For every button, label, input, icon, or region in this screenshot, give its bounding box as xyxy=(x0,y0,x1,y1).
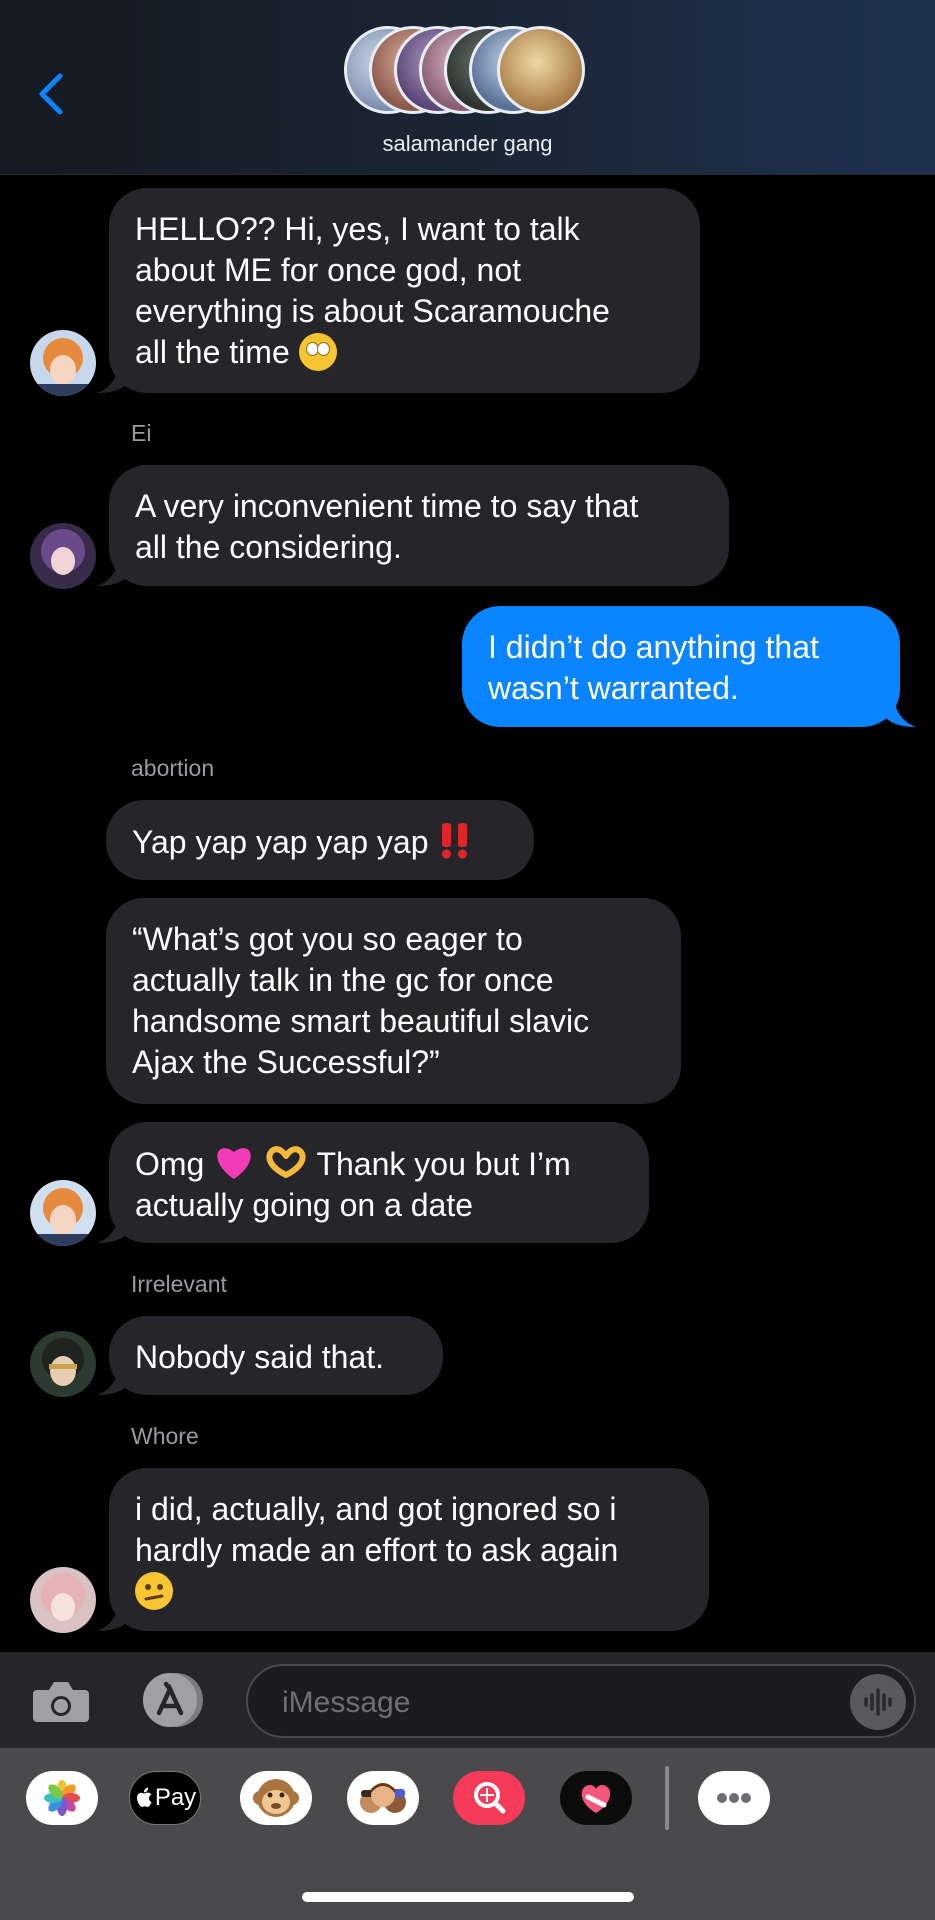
message-input[interactable] xyxy=(280,1682,824,1724)
more-icon xyxy=(717,1793,751,1803)
sender-name: Ei xyxy=(131,420,152,446)
sender-name: abortion xyxy=(131,755,215,781)
image-search-app-button[interactable] xyxy=(453,1771,525,1825)
sender-avatar[interactable] xyxy=(30,1180,96,1246)
imessage-app-drawer: Pay xyxy=(0,1748,935,1920)
message-bubble-incoming[interactable]: Omg Thank you but I’m actually going on … xyxy=(109,1122,649,1243)
apple-pay-button[interactable]: Pay xyxy=(129,1771,201,1825)
voice-message-button[interactable] xyxy=(850,1674,906,1730)
group-name[interactable]: salamander gang xyxy=(0,131,935,157)
back-chevron-icon[interactable] xyxy=(30,64,70,124)
compose-bar xyxy=(0,1652,935,1748)
image-search-icon xyxy=(474,1782,506,1814)
message-text-line: wasn’t warranted. xyxy=(488,670,739,706)
sender-avatar[interactable] xyxy=(30,523,96,589)
message-bubble-incoming[interactable]: Yap yap yap yap yap xyxy=(106,800,534,880)
message-text-line: HELLO?? Hi, yes, I want to talk xyxy=(135,211,580,247)
bubble-tail xyxy=(886,694,916,727)
message-text: Thank you but I’m xyxy=(316,1146,571,1182)
pink-heart-emoji-icon xyxy=(217,1148,251,1179)
message-bubble-incoming[interactable]: Nobody said that. xyxy=(109,1316,443,1395)
message-bubble-incoming[interactable]: i did, actually, and got ignored so i ha… xyxy=(109,1468,709,1631)
apple-logo-icon xyxy=(136,1787,152,1807)
message-text-line: I didn’t do anything that xyxy=(488,629,819,665)
digital-touch-icon xyxy=(581,1785,611,1813)
group-avatar-stack[interactable] xyxy=(344,26,594,120)
bubble-tail xyxy=(97,553,127,586)
digital-touch-app-button[interactable] xyxy=(560,1771,632,1825)
message-input-wrapper xyxy=(246,1664,916,1738)
bubble-tail xyxy=(97,1362,127,1395)
heart-hands-emoji-icon xyxy=(266,1146,306,1178)
message-text-line: Ajax the Successful?” xyxy=(132,1044,440,1080)
message-text-line: everything is about Scaramouche xyxy=(135,293,610,329)
photos-app-button[interactable] xyxy=(26,1771,98,1825)
message-text: Nobody said that. xyxy=(135,1339,385,1375)
message-bubble-outgoing[interactable]: I didn’t do anything that wasn’t warrant… xyxy=(462,606,900,727)
message-text: Omg xyxy=(135,1146,205,1182)
sender-name: Whore xyxy=(131,1423,199,1449)
message-text-line: i did, actually, and got ignored so i xyxy=(135,1491,617,1527)
message-text: Yap yap yap yap yap xyxy=(132,824,429,860)
group-member-avatar xyxy=(497,26,585,114)
message-text-line: all the considering. xyxy=(135,529,402,565)
eye-roll-emoji-icon xyxy=(298,333,337,371)
more-apps-button[interactable] xyxy=(698,1771,770,1825)
double-exclamation-emoji-icon xyxy=(442,823,468,859)
camera-icon[interactable] xyxy=(33,1676,89,1726)
animoji-app-button[interactable] xyxy=(240,1771,312,1825)
message-text-line: actually talk in the gc for once xyxy=(132,962,554,998)
sender-avatar[interactable] xyxy=(30,330,96,396)
bubble-tail xyxy=(97,360,127,393)
message-text-line: “What’s got you so eager to xyxy=(132,921,523,957)
bubble-tail xyxy=(97,1210,127,1243)
monkey-animoji-icon xyxy=(253,1779,299,1817)
message-text-line: all the time xyxy=(135,334,290,370)
memoji-icon xyxy=(360,1783,406,1813)
message-bubble-incoming[interactable]: “What’s got you so eager to actually tal… xyxy=(106,898,681,1104)
bubble-tail xyxy=(97,1598,127,1631)
home-indicator[interactable] xyxy=(302,1892,634,1902)
message-list[interactable]: HELLO?? Hi, yes, I want to talk about ME… xyxy=(0,174,935,1652)
waveform-icon xyxy=(864,1688,892,1716)
sender-name: Irrelevant xyxy=(131,1271,227,1297)
message-text-line: about ME for once god, not xyxy=(135,252,522,288)
sender-avatar[interactable] xyxy=(30,1567,96,1633)
message-bubble-incoming[interactable]: HELLO?? Hi, yes, I want to talk about ME… xyxy=(109,188,700,393)
app-store-icon[interactable] xyxy=(138,1670,210,1730)
photos-icon xyxy=(44,1780,80,1816)
message-text-line: hardly made an effort to ask again xyxy=(135,1532,619,1568)
message-bubble-incoming[interactable]: A very inconvenient time to say that all… xyxy=(109,465,729,586)
sender-avatar[interactable] xyxy=(30,1331,96,1397)
app-drawer-divider xyxy=(665,1766,669,1830)
conversation-header: salamander gang xyxy=(0,0,935,175)
apple-pay-label: Pay xyxy=(154,1784,197,1811)
message-text-line: A very inconvenient time to say that xyxy=(135,488,639,524)
message-text-line: handsome smart beautiful slavic xyxy=(132,1003,590,1039)
memoji-app-button[interactable] xyxy=(347,1771,419,1825)
confused-face-emoji-icon xyxy=(135,1572,173,1610)
message-text-line: actually going on a date xyxy=(135,1187,474,1223)
